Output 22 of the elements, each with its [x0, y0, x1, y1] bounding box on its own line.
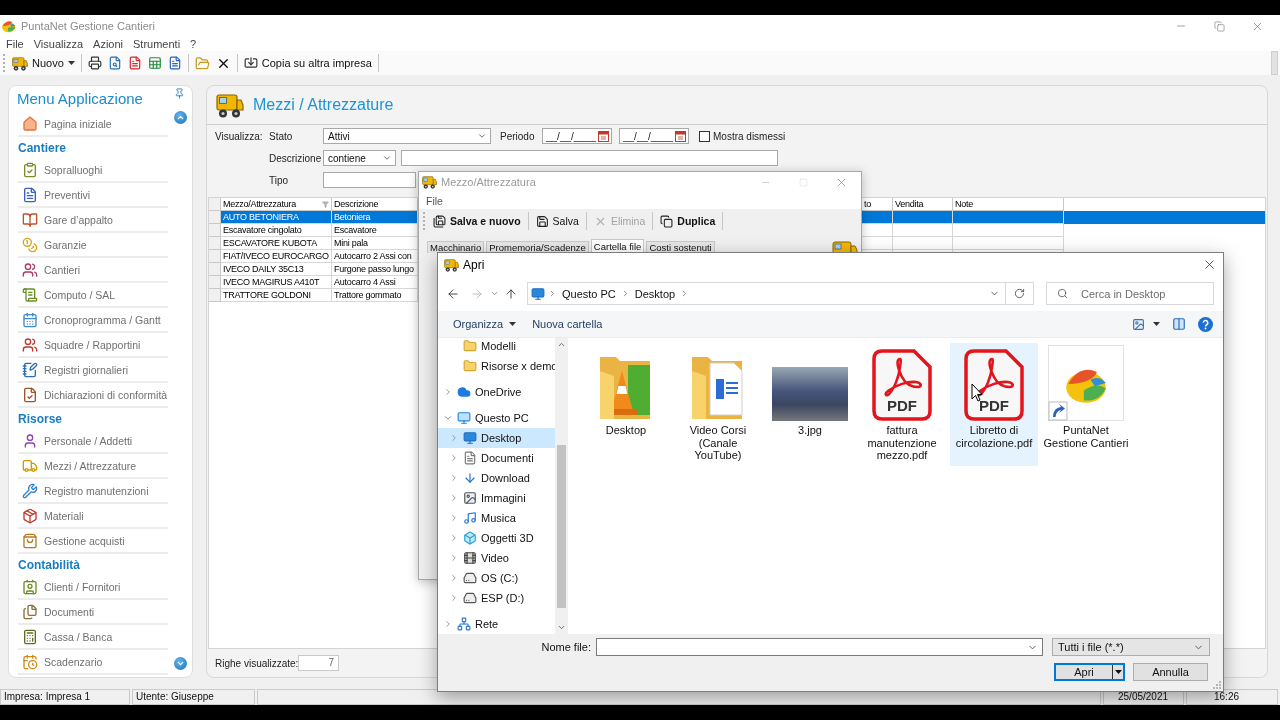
- dialog-title: Mezzo/Attrezzatura: [441, 176, 536, 188]
- field-label: Nome file:: [541, 641, 591, 653]
- field-label: Stato: [269, 130, 294, 142]
- pdf-file-icon: PDF: [964, 349, 1024, 421]
- page-title: Mezzi / Attrezzature: [253, 96, 394, 114]
- dialog-title: Apri: [463, 257, 485, 272]
- filter-label: Visualizza:: [215, 130, 264, 142]
- window-title: PuntaNet Gestione Cantieri: [21, 20, 155, 32]
- table-cell: TRATTORE GOLDONI: [221, 289, 332, 302]
- section-heading: Cantiere: [18, 140, 67, 155]
- field-label: Periodo: [500, 130, 536, 142]
- status-bar-field: Impresa: Impresa 1: [0, 689, 130, 705]
- sidebar-title: Menu Applicazione: [17, 90, 143, 107]
- field-label: Descrizione: [269, 152, 323, 164]
- checkbox-label: Mostra dismessi: [713, 130, 786, 142]
- section-heading: Risorse: [18, 411, 63, 426]
- status-bar-field: Utente: Giuseppe: [132, 689, 255, 705]
- field-label: Tipo: [269, 174, 290, 186]
- pdf-file-icon: PDF: [872, 349, 932, 421]
- section-heading: Contabilità: [18, 557, 80, 572]
- row-count-field: 7: [298, 655, 339, 671]
- row-count-label: Righe visualizzate:: [215, 657, 298, 669]
